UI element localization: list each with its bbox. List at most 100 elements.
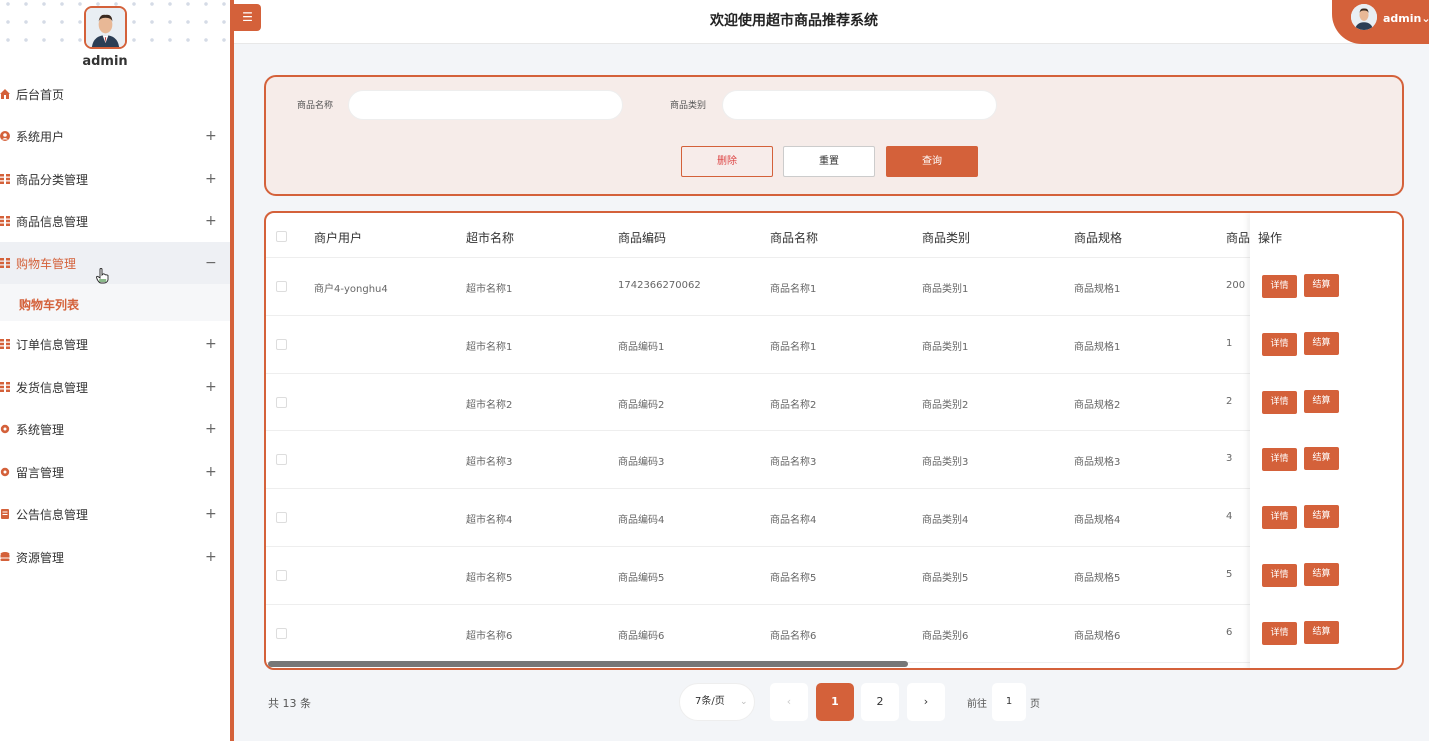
checkout-button[interactable]: 结算 xyxy=(1304,505,1339,529)
sidebar-item-home[interactable]: 后台首页 xyxy=(0,73,230,115)
page-button-1[interactable]: 1 xyxy=(816,683,854,721)
expand-icon[interactable]: + xyxy=(205,421,217,437)
sidebar-item-shipping[interactable]: 发货信息管理 + xyxy=(0,366,230,408)
table-cell: 6 xyxy=(1226,626,1233,638)
sidebar-item-system[interactable]: 系统管理 + xyxy=(0,408,230,450)
row-checkbox[interactable] xyxy=(276,281,287,292)
sidebar-item-product-info[interactable]: 商品信息管理 + xyxy=(0,200,230,242)
expand-icon[interactable]: + xyxy=(205,379,217,395)
row-checkbox[interactable] xyxy=(276,570,287,581)
table-row: 超市名称2 商品编码2 商品名称2 商品类别2 商品规格2 2 xyxy=(266,374,1402,432)
table-cell: 商品名称3 xyxy=(770,457,817,469)
table-cell: 1 xyxy=(1226,337,1233,349)
prev-page-button[interactable]: ‹ xyxy=(770,683,808,721)
column-header[interactable]: 商品编码 xyxy=(618,229,666,246)
column-header[interactable]: 商户用户 xyxy=(314,229,362,246)
page-size-select[interactable]: 7条/页 ⌄ xyxy=(679,683,755,721)
sidebar-item-label: 商品分类管理 xyxy=(16,172,89,187)
table-cell: 4 xyxy=(1226,511,1233,523)
product-name-input[interactable] xyxy=(348,90,623,120)
user-name: admin⌄ xyxy=(1383,12,1429,25)
horizontal-scrollbar[interactable] xyxy=(268,661,908,667)
grid-icon xyxy=(0,339,10,349)
table-cell: 商品编码3 xyxy=(618,457,665,469)
collapse-icon[interactable]: − xyxy=(205,255,217,271)
table-cell: 商品名称6 xyxy=(770,630,817,642)
select-all-checkbox[interactable] xyxy=(276,231,287,242)
table-cell: 商品规格5 xyxy=(1074,573,1121,584)
table-cell: 商品编码4 xyxy=(618,515,665,527)
sidebar-item-label: 商品信息管理 xyxy=(16,214,89,229)
expand-icon[interactable]: + xyxy=(205,464,217,480)
product-category-input[interactable] xyxy=(722,90,997,120)
table-cell: 超市名称1 xyxy=(466,341,513,353)
column-header[interactable]: 超市名称 xyxy=(466,229,514,246)
sidebar-item-messages[interactable]: 留言管理 + xyxy=(0,451,230,493)
checkout-button[interactable]: 结算 xyxy=(1304,274,1339,297)
checkout-button[interactable]: 结算 xyxy=(1304,389,1339,413)
home-icon xyxy=(0,89,10,99)
checkout-button[interactable]: 结算 xyxy=(1304,563,1339,586)
expand-icon[interactable]: + xyxy=(205,171,217,187)
user-name-text: admin xyxy=(1383,12,1422,25)
table-cell: 商品规格1 xyxy=(1074,341,1121,353)
table-row: 超市名称3 商品编码3 商品名称3 商品类别3 商品规格3 3 xyxy=(266,431,1402,490)
expand-icon[interactable]: + xyxy=(205,336,217,352)
table-row: 超市名称5 商品编码5 商品名称5 商品类别5 商品规格5 5 xyxy=(266,547,1402,605)
sidebar-item-notices[interactable]: 公告信息管理 + xyxy=(0,493,230,535)
detail-button[interactable]: 详情 xyxy=(1262,275,1297,298)
column-header[interactable]: 商品 xyxy=(1226,229,1250,246)
detail-button[interactable]: 详情 xyxy=(1262,390,1297,414)
expand-icon[interactable]: + xyxy=(205,213,217,229)
table-cell: 商品编码5 xyxy=(618,573,665,584)
sidebar-item-cart[interactable]: 购物车管理 − xyxy=(0,242,230,284)
reset-button[interactable]: 重置 xyxy=(783,146,875,177)
row-checkbox[interactable] xyxy=(276,396,287,408)
row-checkbox[interactable] xyxy=(276,338,287,350)
table-cell: 商品编码2 xyxy=(618,399,665,411)
detail-button[interactable]: 详情 xyxy=(1262,621,1297,645)
chevron-down-icon: ⌄ xyxy=(1421,12,1429,25)
delete-button[interactable]: 删除 xyxy=(681,146,773,177)
expand-icon[interactable]: + xyxy=(205,506,217,522)
sidebar-subitem-cart-list[interactable]: 购物车列表 xyxy=(0,284,230,321)
table-cell: 超市名称3 xyxy=(466,457,513,469)
user-menu[interactable]: admin⌄ xyxy=(1332,0,1429,44)
table-cell: 商品规格3 xyxy=(1074,457,1121,469)
next-page-button[interactable]: › xyxy=(907,683,945,721)
sidebar-item-system-users[interactable]: 系统用户 + xyxy=(0,115,230,157)
gear-icon xyxy=(0,467,10,477)
column-header[interactable]: 商品类别 xyxy=(922,229,970,246)
detail-button[interactable]: 详情 xyxy=(1262,506,1297,530)
sidebar-item-label: 资源管理 xyxy=(16,550,65,565)
goto-page-input[interactable]: 1 xyxy=(992,683,1026,721)
sidebar-item-category[interactable]: 商品分类管理 + xyxy=(0,158,230,200)
sidebar-item-label: 购物车管理 xyxy=(16,256,77,271)
table-cell: 商品规格4 xyxy=(1074,515,1121,527)
checkout-button[interactable]: 结算 xyxy=(1304,331,1339,355)
sidebar-item-resources[interactable]: 资源管理 + xyxy=(0,536,230,578)
operations-column: 操作 详情 结算 详情 结算 详情 结算 详情 结算 详情 结算 详情 结算 详情 结算 xyxy=(1250,213,1402,668)
column-header[interactable]: 商品规格 xyxy=(1074,229,1122,246)
sidebar-item-label: 系统管理 xyxy=(16,422,65,437)
expand-icon[interactable]: + xyxy=(205,549,217,565)
sidebar-item-label: 系统用户 xyxy=(16,129,65,144)
query-button[interactable]: 查询 xyxy=(886,146,978,177)
row-checkbox[interactable] xyxy=(276,627,287,639)
checkout-button[interactable]: 结算 xyxy=(1304,447,1339,471)
table-cell: 商品编码1 xyxy=(618,341,665,353)
table-cell: 超市名称5 xyxy=(466,573,513,584)
product-category-label: 商品类别 xyxy=(670,101,707,111)
detail-button[interactable]: 详情 xyxy=(1262,564,1297,587)
table-cell: 商品名称4 xyxy=(770,515,817,527)
row-checkbox[interactable] xyxy=(276,454,287,466)
checkout-button[interactable]: 结算 xyxy=(1304,620,1339,644)
row-checkbox[interactable] xyxy=(276,512,287,524)
detail-button[interactable]: 详情 xyxy=(1262,332,1297,356)
detail-button[interactable]: 详情 xyxy=(1262,448,1297,472)
page-button-2[interactable]: 2 xyxy=(861,683,899,721)
expand-icon[interactable]: + xyxy=(205,128,217,144)
sidebar-item-orders[interactable]: 订单信息管理 + xyxy=(0,323,230,365)
column-header[interactable]: 商品名称 xyxy=(770,229,818,246)
avatar[interactable] xyxy=(84,6,127,49)
